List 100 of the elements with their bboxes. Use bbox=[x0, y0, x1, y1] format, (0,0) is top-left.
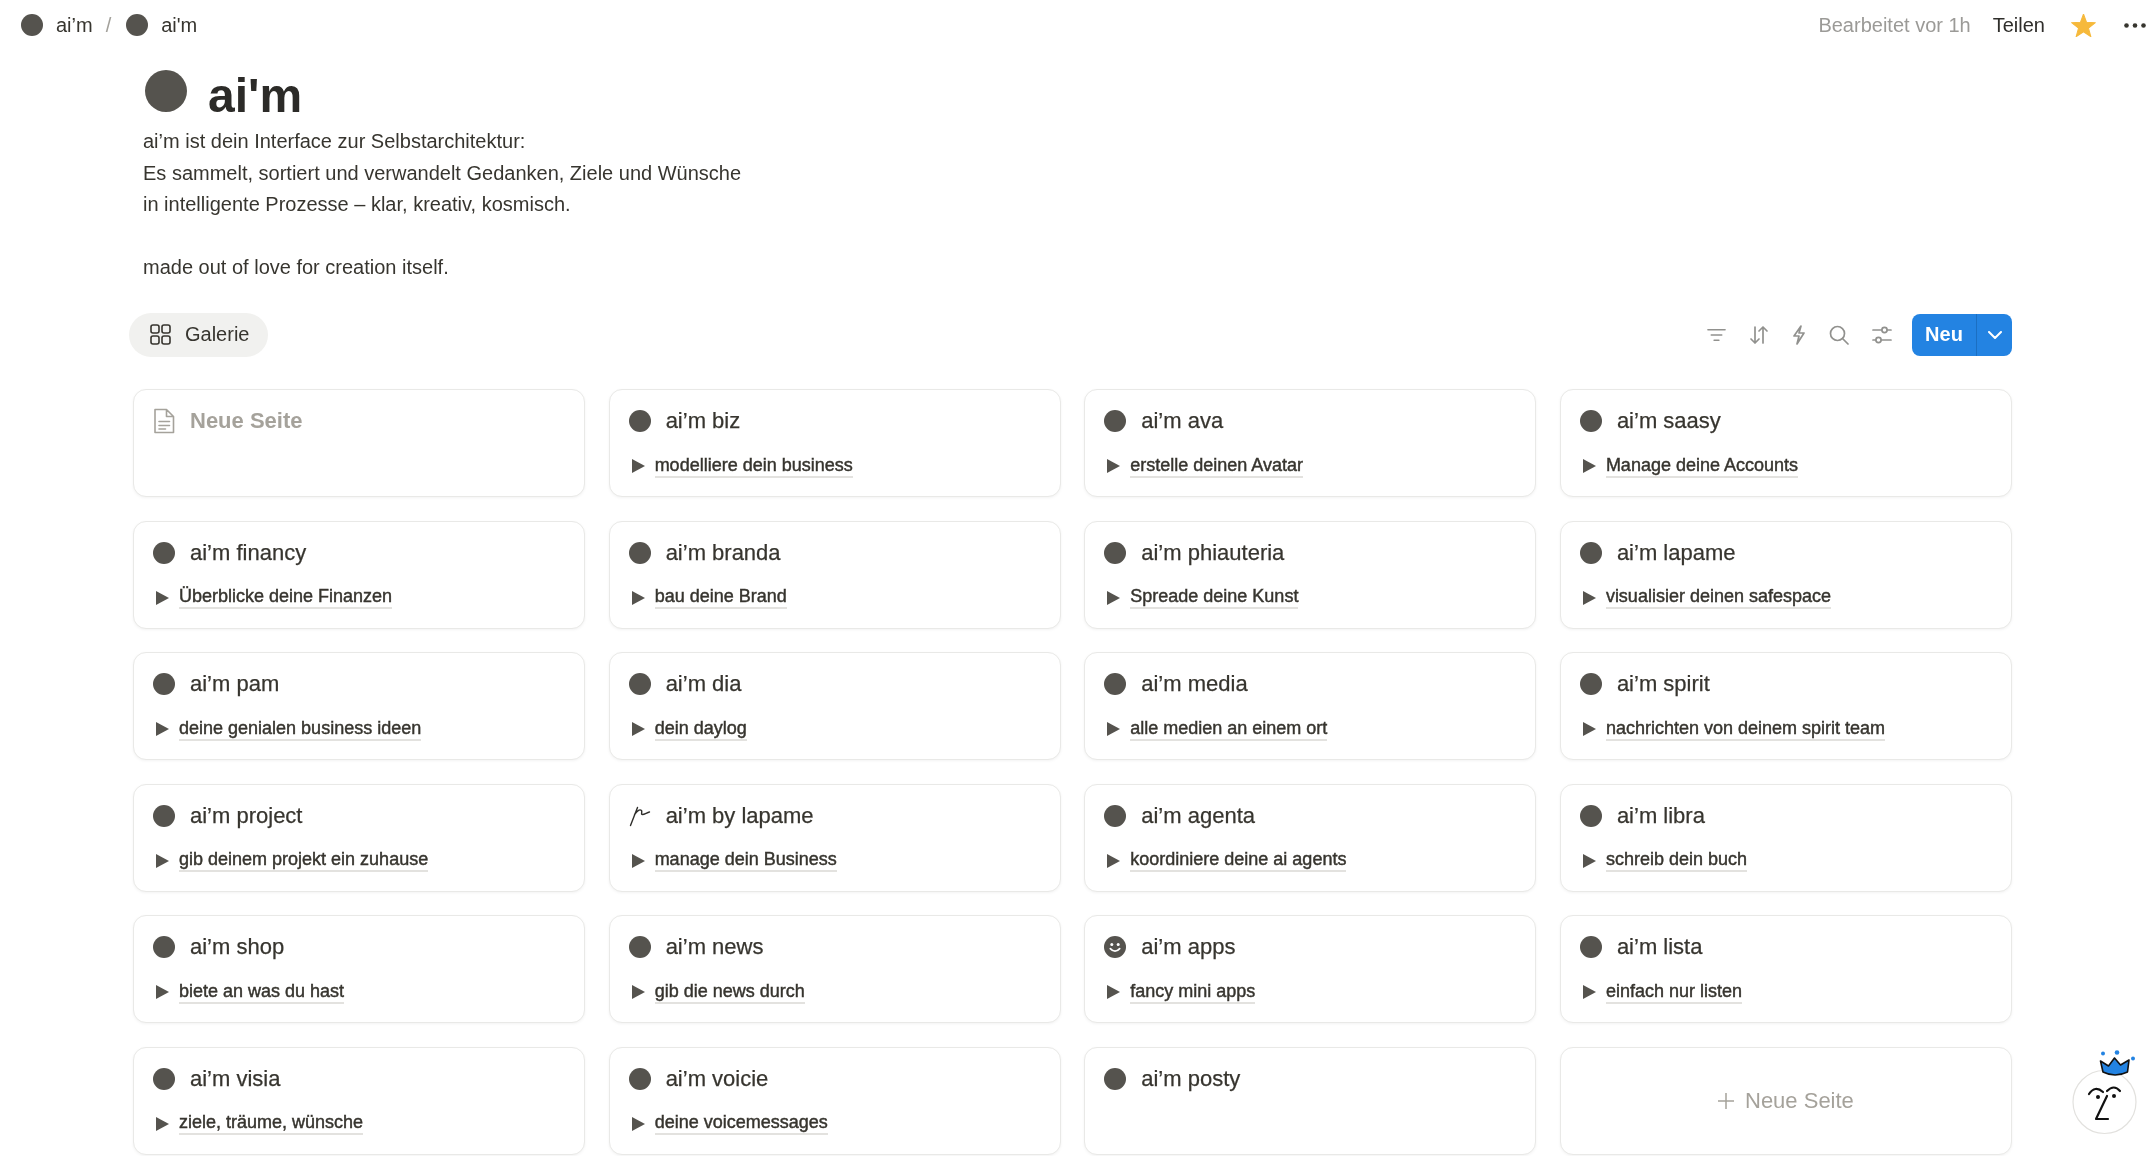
page-link[interactable]: Überblicke deine Finanzen bbox=[179, 586, 393, 609]
gallery-card[interactable]: ai’m financy Überblicke deine Finanzen bbox=[133, 520, 586, 629]
circle-icon bbox=[126, 14, 149, 36]
page-link[interactable]: biete an was du hast bbox=[179, 980, 345, 1004]
page-link[interactable]: einfach nur listen bbox=[1605, 980, 1742, 1004]
toggle-triangle-icon[interactable] bbox=[631, 590, 645, 605]
gallery-card[interactable]: ai’m shop biete an was du hast bbox=[133, 915, 586, 1023]
toggle-triangle-icon[interactable] bbox=[1582, 590, 1596, 605]
gallery-card[interactable]: ai’m lapame visualisier deinen safespace bbox=[1559, 520, 2012, 629]
toggle-triangle-icon[interactable] bbox=[1107, 590, 1121, 605]
toggle-triangle-icon[interactable] bbox=[631, 459, 645, 473]
new-button[interactable]: Neu bbox=[1912, 313, 1976, 356]
toggle-triangle-icon[interactable] bbox=[156, 985, 169, 999]
mascot-icon[interactable] bbox=[2070, 1050, 2139, 1135]
gallery-card[interactable]: ai’m branda bau deine Brand bbox=[608, 520, 1061, 629]
circle-icon bbox=[628, 936, 651, 958]
gallery-card[interactable]: ai’m agenta koordiniere deine ai agents bbox=[1084, 783, 1537, 892]
gallery-card[interactable]: ai’m apps fancy mini apps bbox=[1084, 915, 1537, 1023]
page-link[interactable]: Spreade deine Kunst bbox=[1130, 586, 1299, 609]
gallery-card[interactable]: ai’m voicie deine voicemessages bbox=[608, 1046, 1061, 1155]
page-link[interactable]: dein daylog bbox=[654, 717, 747, 741]
page-link[interactable]: nachrichten von deinem spirit team bbox=[1605, 717, 1885, 741]
page-link[interactable]: alle medien an einem ort bbox=[1130, 717, 1328, 741]
card-title: ai’m shop bbox=[190, 934, 285, 960]
circle-icon bbox=[628, 1067, 651, 1090]
gallery-card[interactable]: ai’m lista einfach nur listen bbox=[1559, 915, 2012, 1023]
circle-icon bbox=[1579, 541, 1602, 564]
card-title: ai’m news bbox=[665, 934, 764, 960]
circle-icon bbox=[153, 936, 175, 958]
page-link[interactable]: modelliere dein business bbox=[654, 454, 853, 478]
sort-icon[interactable] bbox=[1749, 324, 1769, 345]
toggle-triangle-icon[interactable] bbox=[156, 722, 169, 736]
card-title: ai’m lapame bbox=[1616, 539, 1736, 566]
circle-icon bbox=[153, 1067, 175, 1090]
breadcrumb-separator: / bbox=[105, 13, 112, 37]
page-link[interactable]: Manage deine Accounts bbox=[1605, 454, 1798, 478]
toggle-triangle-icon[interactable] bbox=[1582, 985, 1596, 999]
toggle-triangle-icon[interactable] bbox=[1582, 853, 1596, 868]
page-link[interactable]: deine genialen business ideen bbox=[179, 717, 422, 741]
view-tab[interactable]: Galerie bbox=[129, 312, 269, 357]
page-title: ai'm bbox=[208, 68, 303, 124]
page-link[interactable]: ziele, träume, wünsche bbox=[179, 1112, 364, 1135]
card-title: ai’m spirit bbox=[1616, 671, 1710, 697]
page-link[interactable]: gib deinem projekt ein zuhause bbox=[179, 849, 429, 872]
toggle-triangle-icon[interactable] bbox=[1582, 722, 1596, 736]
page-link[interactable]: erstelle deinen Avatar bbox=[1130, 454, 1304, 478]
share-button[interactable]: Teilen bbox=[1992, 13, 2045, 37]
gallery-card[interactable]: ai’m news gib die news durch bbox=[608, 915, 1061, 1023]
card-title: ai’m posty bbox=[1141, 1065, 1241, 1092]
toggle-triangle-icon[interactable] bbox=[631, 1116, 645, 1131]
gallery-card[interactable]: ai’m pam deine genialen business ideen bbox=[133, 652, 586, 760]
toggle-triangle-icon[interactable] bbox=[156, 590, 169, 605]
circle-icon bbox=[1579, 673, 1602, 695]
page-link[interactable]: koordiniere deine ai agents bbox=[1130, 849, 1347, 872]
toggle-triangle-icon[interactable] bbox=[1107, 853, 1121, 868]
page-link[interactable]: deine voicemessages bbox=[654, 1112, 828, 1135]
page-link[interactable]: bau deine Brand bbox=[654, 586, 787, 609]
star-icon[interactable] bbox=[2071, 13, 2096, 37]
toggle-triangle-icon[interactable] bbox=[631, 853, 645, 868]
gallery-card[interactable]: ai’m biz modelliere dein business bbox=[608, 389, 1061, 497]
scribble-icon bbox=[628, 804, 651, 827]
gallery-card[interactable]: ai’m libra schreib dein buch bbox=[1559, 783, 2012, 892]
toggle-triangle-icon[interactable] bbox=[156, 853, 169, 868]
page-link[interactable]: fancy mini apps bbox=[1130, 980, 1256, 1004]
gallery-card[interactable]: ai’m saasy Manage deine Accounts bbox=[1559, 389, 2012, 497]
page-link[interactable]: manage dein Business bbox=[654, 849, 837, 872]
breadcrumb-link[interactable]: ai'm bbox=[126, 13, 198, 37]
toggle-triangle-icon[interactable] bbox=[1582, 459, 1596, 473]
toggle-triangle-icon[interactable] bbox=[631, 722, 645, 736]
page-link[interactable]: visualisier deinen safespace bbox=[1605, 586, 1831, 609]
gallery-card[interactable]: ai’m phiauteria Spreade deine Kunst bbox=[1084, 520, 1537, 629]
card-title: ai’m project bbox=[190, 802, 303, 829]
new-dropdown-button[interactable] bbox=[1976, 313, 2012, 356]
toggle-triangle-icon[interactable] bbox=[1107, 985, 1121, 999]
breadcrumb-link[interactable]: ai’m bbox=[21, 13, 93, 37]
card-title: Neue Seite bbox=[190, 408, 303, 434]
gallery-card[interactable]: ai’m visia ziele, träume, wünsche bbox=[133, 1046, 586, 1155]
toggle-triangle-icon[interactable] bbox=[631, 985, 645, 999]
toggle-triangle-icon[interactable] bbox=[1107, 722, 1121, 736]
circle-icon bbox=[153, 673, 175, 695]
gallery-card[interactable]: ai’m ava erstelle deinen Avatar bbox=[1084, 389, 1537, 497]
circle-icon bbox=[153, 804, 175, 827]
lightning-icon[interactable] bbox=[1792, 324, 1806, 345]
toggle-triangle-icon[interactable] bbox=[156, 1116, 169, 1131]
gallery-card[interactable]: ai’m by lapame manage dein Business bbox=[608, 783, 1061, 892]
more-icon[interactable] bbox=[2124, 22, 2146, 28]
sliders-icon[interactable] bbox=[1872, 325, 1892, 344]
page-link[interactable]: gib die news durch bbox=[654, 980, 805, 1004]
gallery-card[interactable]: ai’m media alle medien an einem ort bbox=[1084, 652, 1537, 760]
gallery-card[interactable]: ai’m spirit nachrichten von deinem spirit team bbox=[1559, 652, 2012, 760]
gallery-card[interactable]: ai’m project gib deinem projekt ein zuhause bbox=[133, 783, 586, 892]
gallery-card[interactable]: ai’m posty bbox=[1084, 1046, 1537, 1155]
toggle-triangle-icon[interactable] bbox=[1107, 459, 1121, 473]
card-title: ai’m apps bbox=[1141, 934, 1236, 960]
search-icon[interactable] bbox=[1829, 324, 1849, 345]
page-link[interactable]: schreib dein buch bbox=[1605, 849, 1747, 872]
filter-icon[interactable] bbox=[1707, 327, 1726, 342]
gallery-card[interactable]: ai’m dia dein daylog bbox=[608, 652, 1061, 760]
card-title: ai’m lista bbox=[1616, 934, 1703, 960]
card-title: ai’m by lapame bbox=[665, 802, 814, 829]
